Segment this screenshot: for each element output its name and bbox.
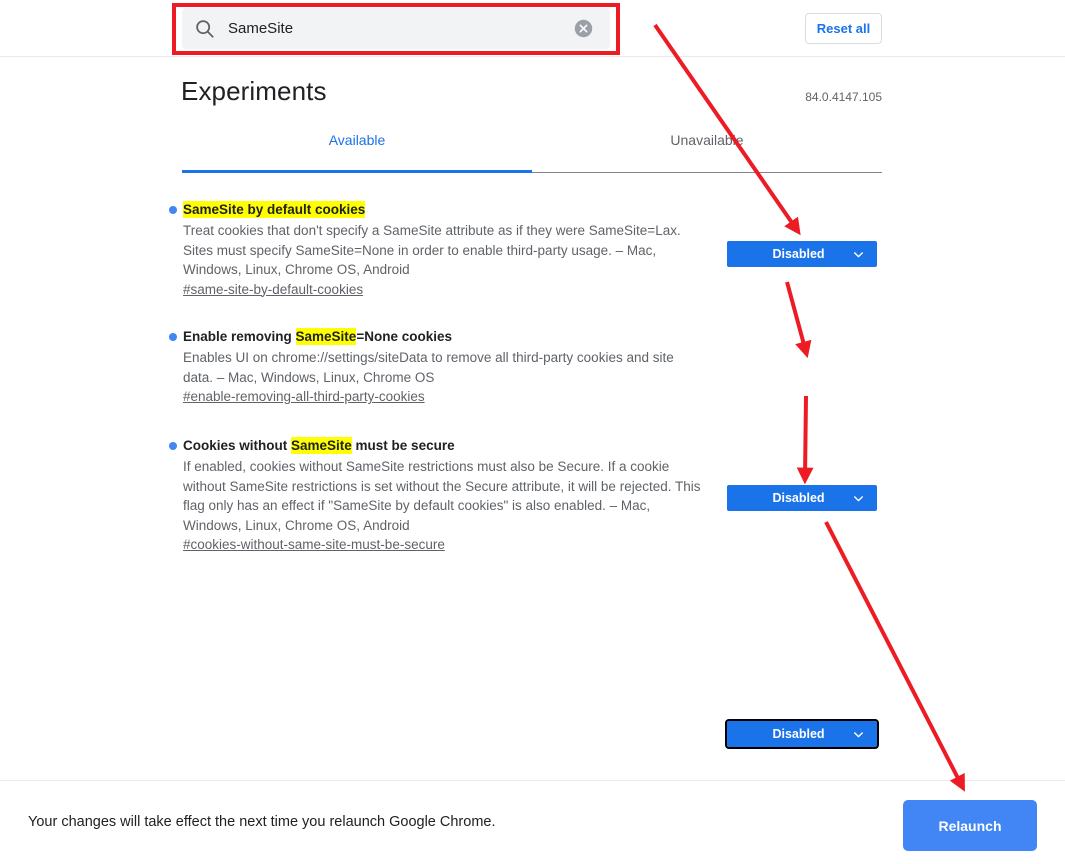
experiment-state-value: Disabled bbox=[772, 247, 825, 261]
search-match-highlight: SameSite by default cookies bbox=[183, 201, 366, 218]
search-match-highlight: SameSite bbox=[295, 328, 357, 345]
search-input[interactable] bbox=[228, 16, 574, 41]
title-text: =None cookies bbox=[356, 329, 452, 344]
experiment-description: Enables UI on chrome://settings/siteData… bbox=[183, 350, 674, 385]
experiment-state-select[interactable]: Disabled bbox=[727, 485, 877, 511]
experiment-description: If enabled, cookies without SameSite res… bbox=[183, 459, 701, 533]
experiment-text-block: Enable removing SameSite=None cookies Ena… bbox=[169, 327, 704, 406]
experiment-title: Cookies without SameSite must be secure bbox=[169, 436, 704, 455]
tab-unavailable[interactable]: Unavailable bbox=[532, 132, 882, 162]
tab-active-indicator bbox=[182, 170, 532, 173]
experiment-state-value: Disabled bbox=[772, 727, 825, 741]
experiment-state-value: Disabled bbox=[772, 491, 825, 505]
experiment-state-select[interactable]: Disabled bbox=[725, 719, 879, 749]
status-dot-icon bbox=[169, 206, 177, 214]
page-title: Experiments bbox=[181, 76, 327, 106]
search-field-container[interactable] bbox=[182, 8, 610, 49]
title-text: Cookies without bbox=[183, 438, 291, 453]
tab-bar: Available Unavailable bbox=[182, 132, 882, 172]
experiment-permalink[interactable]: #enable-removing-all-third-party-cookies bbox=[183, 389, 425, 404]
chevron-down-icon bbox=[854, 251, 863, 257]
experiment-text-block: Cookies without SameSite must be secure I… bbox=[169, 436, 704, 554]
chevron-down-icon bbox=[854, 731, 863, 737]
clear-search-icon[interactable] bbox=[574, 19, 593, 38]
chevron-down-icon bbox=[854, 495, 863, 501]
experiment-state-select[interactable]: Disabled bbox=[727, 241, 877, 267]
experiment-description: Treat cookies that don't specify a SameS… bbox=[183, 223, 681, 277]
top-header-bar: Reset all bbox=[0, 0, 1065, 57]
chrome-version-label: 84.0.4147.105 bbox=[805, 90, 882, 104]
experiment-permalink[interactable]: #same-site-by-default-cookies bbox=[183, 282, 363, 297]
tab-available[interactable]: Available bbox=[182, 132, 532, 162]
relaunch-message: Your changes will take effect the next t… bbox=[28, 814, 496, 830]
title-text: Enable removing bbox=[183, 329, 296, 344]
search-icon bbox=[196, 19, 214, 38]
reset-all-button[interactable]: Reset all bbox=[805, 13, 882, 44]
experiment-permalink[interactable]: #cookies-without-same-site-must-be-secur… bbox=[183, 537, 445, 552]
search-match-highlight: SameSite bbox=[291, 437, 352, 454]
title-text: must be secure bbox=[351, 438, 455, 453]
status-dot-icon bbox=[169, 333, 177, 341]
relaunch-button[interactable]: Relaunch bbox=[903, 800, 1037, 851]
experiment-title: SameSite by default cookies bbox=[169, 200, 704, 219]
experiment-title: Enable removing SameSite=None cookies bbox=[169, 327, 704, 346]
experiment-text-block: SameSite by default cookies Treat cookies… bbox=[169, 200, 704, 299]
status-dot-icon bbox=[169, 442, 177, 450]
annotation-arrows bbox=[653, 23, 965, 792]
annotation-overlay bbox=[0, 0, 1065, 864]
